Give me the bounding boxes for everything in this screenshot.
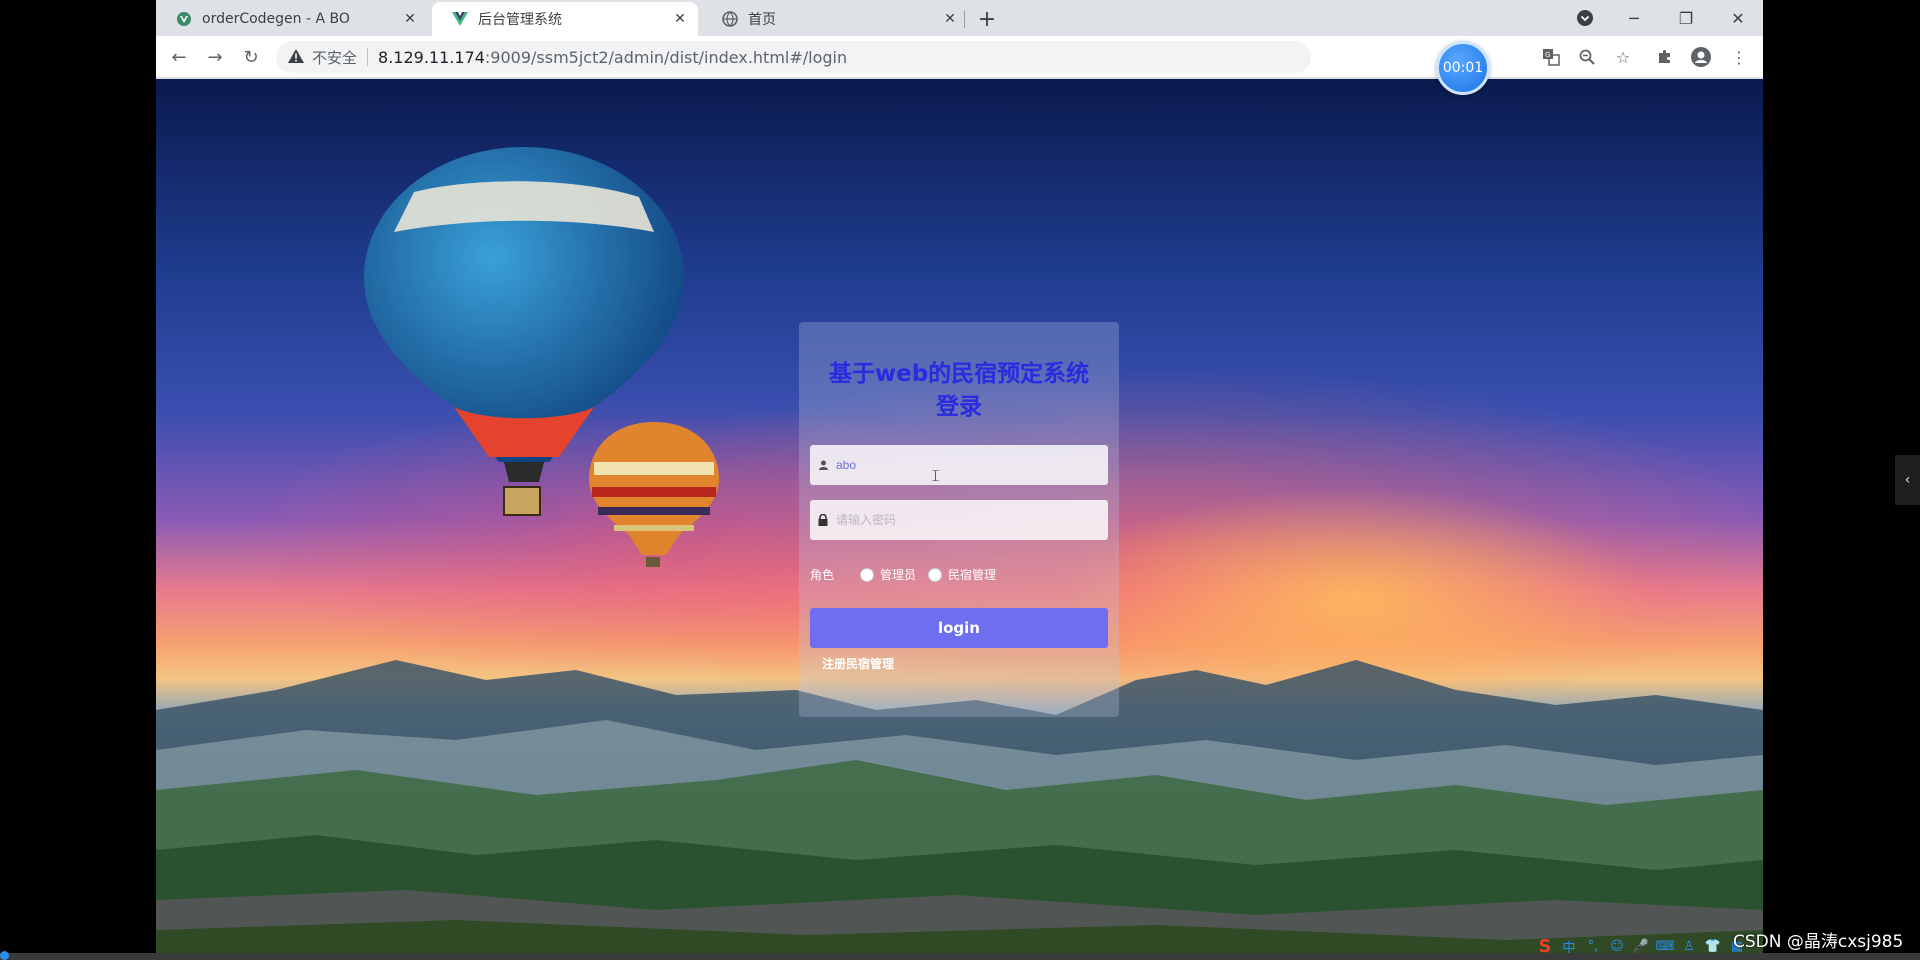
profile-avatar-icon[interactable] <box>1689 45 1713 69</box>
url-path: :9009/ssm5jct2/admin/dist/index.html#/lo… <box>484 47 848 67</box>
lock-icon <box>810 514 836 526</box>
arrow-left-icon: ← <box>171 46 187 68</box>
user-icon <box>810 460 836 470</box>
browser-toolbar: ← → ↻ 不安全 8.129.11.174:9009/ssm5jct2/adm… <box>156 36 1763 78</box>
minimize-button[interactable]: ─ <box>1609 0 1659 36</box>
login-title-line2: 登录 <box>936 394 982 420</box>
extensions-puzzle-icon[interactable] <box>1653 45 1677 69</box>
divider <box>367 48 369 66</box>
tab-title: 首页 <box>748 12 776 28</box>
arrow-right-icon: → <box>207 46 223 68</box>
vue-logo-icon <box>452 11 468 27</box>
username-field[interactable] <box>810 445 1108 485</box>
tab-search-button[interactable] <box>1560 0 1610 36</box>
hot-air-balloon-small <box>589 422 719 567</box>
reload-button[interactable]: ↻ <box>237 43 265 71</box>
close-icon[interactable]: ✕ <box>940 9 960 29</box>
tab-title: 后台管理系统 <box>478 12 562 28</box>
vue-logo-icon <box>176 11 192 27</box>
close-window-button[interactable]: ✕ <box>1713 0 1763 36</box>
page-viewport: 基于web的民宿预定系统 登录 角色 <box>156 79 1763 960</box>
role-selector: 角色 管理员 民宿管理 <box>810 566 996 583</box>
login-card: 基于web的民宿预定系统 登录 角色 <box>799 322 1119 717</box>
username-input[interactable] <box>836 458 1096 472</box>
bottom-bar <box>0 953 1920 960</box>
browser-window: orderCodegen - A BO ✕ 后台管理系统 ✕ 首页 ✕ + ─ … <box>156 0 1763 960</box>
url-host: 8.129.11.174 <box>378 47 485 67</box>
role-label: 角色 <box>810 568 835 582</box>
address-bar[interactable]: 不安全 8.129.11.174:9009/ssm5jct2/admin/dis… <box>276 41 1311 73</box>
role-option-homestay-manager[interactable]: 民宿管理 <box>948 566 996 583</box>
login-button[interactable]: login <box>810 608 1108 648</box>
password-field[interactable] <box>810 500 1108 540</box>
bookmark-star-icon[interactable]: ☆ <box>1611 45 1635 69</box>
password-input[interactable] <box>836 513 1096 527</box>
login-title-line1: 基于web的民宿预定系统 <box>828 361 1090 387</box>
side-panel-toggle[interactable]: ‹ <box>1895 455 1920 505</box>
reload-icon: ↻ <box>243 46 259 68</box>
status-dot-icon <box>0 951 9 960</box>
tab-admin-system[interactable]: 后台管理系统 ✕ <box>432 2 698 36</box>
close-icon[interactable]: ✕ <box>670 9 690 29</box>
warning-icon <box>288 48 304 67</box>
new-tab-button[interactable]: + <box>974 6 1000 32</box>
tab-ordercodegen[interactable]: orderCodegen - A BO ✕ <box>156 2 428 36</box>
security-label[interactable]: 不安全 <box>312 47 357 68</box>
tab-strip: orderCodegen - A BO ✕ 后台管理系统 ✕ 首页 ✕ + ─ … <box>156 0 1763 36</box>
tab-title: orderCodegen - A BO <box>202 11 350 27</box>
chevron-left-icon: ‹ <box>1904 472 1911 488</box>
login-title: 基于web的民宿预定系统 登录 <box>799 358 1119 424</box>
translate-icon[interactable]: G <box>1539 45 1563 69</box>
restore-button[interactable]: ❐ <box>1661 0 1711 36</box>
forward-button[interactable]: → <box>201 43 229 71</box>
back-button[interactable]: ← <box>165 43 193 71</box>
zoom-icon[interactable] <box>1575 45 1599 69</box>
text-cursor-icon: 𝙸 <box>930 466 942 485</box>
watermark: CSDN @晶涛cxsj985 <box>1733 932 1904 952</box>
tab-home[interactable]: 首页 ✕ <box>702 2 968 36</box>
role-radio-homestay-manager[interactable] <box>928 567 943 582</box>
close-icon[interactable]: ✕ <box>400 9 420 29</box>
role-radio-admin[interactable] <box>860 567 875 582</box>
screen: orderCodegen - A BO ✕ 后台管理系统 ✕ 首页 ✕ + ─ … <box>0 0 1920 960</box>
chevron-down-icon <box>1577 10 1593 26</box>
svg-text:G: G <box>1545 51 1550 59</box>
tab-separator <box>964 10 965 28</box>
role-option-admin[interactable]: 管理员 <box>880 566 916 583</box>
more-menu-icon[interactable]: ⋮ <box>1727 45 1751 69</box>
globe-icon <box>722 11 738 27</box>
recording-timer[interactable]: 00:01 <box>1436 41 1490 95</box>
register-link[interactable]: 注册民宿管理 <box>822 655 894 672</box>
